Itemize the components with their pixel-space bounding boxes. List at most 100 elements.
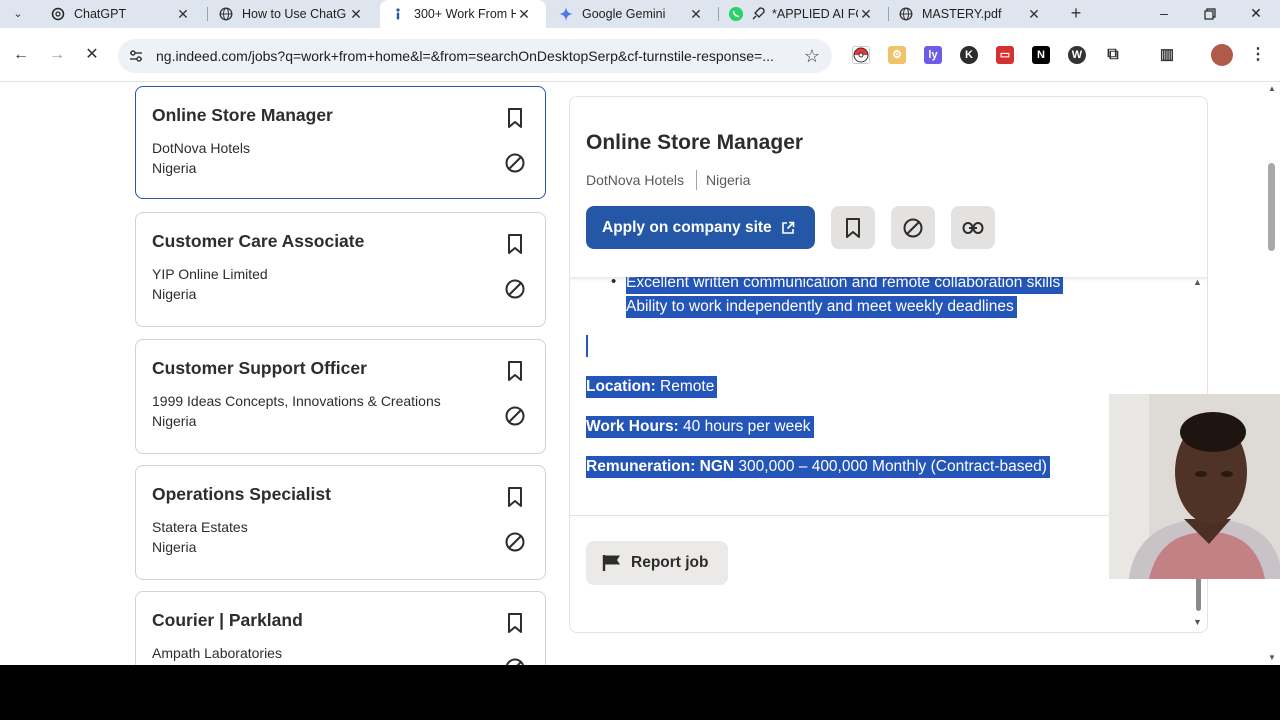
scroll-up-arrow-icon[interactable]: ▲ [1268, 84, 1276, 93]
globe-icon [898, 6, 914, 22]
tab-title: How to Use ChatG [242, 7, 347, 21]
not-interested-icon[interactable] [504, 152, 526, 174]
divider [696, 170, 697, 190]
link-icon [962, 221, 984, 234]
close-tab-icon[interactable]: ✕ [688, 6, 704, 23]
extension-red-icon[interactable]: ▭ [996, 46, 1014, 64]
close-tab-icon[interactable]: ✕ [175, 6, 191, 23]
job-card-company: DotNova Hotels [152, 140, 251, 156]
job-card[interactable]: Operations Specialist Statera Estates Ni… [135, 465, 546, 580]
new-tab-icon[interactable]: + [1066, 2, 1086, 24]
tab-title: *APPLIED AI FO [772, 7, 858, 21]
job-card-title[interactable]: Customer Support Officer [152, 358, 367, 379]
more-menu-icon[interactable]: ⋮ [1249, 46, 1267, 64]
scroll-down-arrow-icon[interactable]: ▼ [1268, 653, 1276, 662]
close-tab-icon[interactable]: ✕ [348, 6, 364, 23]
job-card[interactable]: Customer Support Officer 1999 Ideas Conc… [135, 339, 546, 454]
job-card-title[interactable]: Courier | Parkland [152, 610, 303, 631]
report-job-button[interactable]: Report job [586, 541, 728, 585]
bookmark-icon[interactable] [505, 360, 525, 382]
job-card-company: Ampath Laboratories [152, 645, 282, 661]
bookmark-icon[interactable] [505, 486, 525, 508]
flag-icon [602, 555, 620, 571]
bookmark-icon[interactable] [505, 233, 525, 255]
job-card-location: Nigeria [152, 286, 197, 302]
tab-title: Google Gemini [582, 7, 666, 21]
restore-icon[interactable] [1188, 0, 1232, 28]
tab-applied-ai[interactable]: *APPLIED AI FO ✕ [718, 0, 888, 28]
bookmark-icon[interactable] [505, 612, 525, 634]
not-interested-icon[interactable] [504, 531, 526, 553]
not-interested-icon[interactable] [504, 278, 526, 300]
extension-cookie-icon[interactable]: ⚙ [888, 46, 906, 64]
job-card-company: YIP Online Limited [152, 266, 268, 282]
location-label: Location: [586, 378, 656, 395]
scroll-down-arrow-icon[interactable]: ▼ [1193, 617, 1202, 627]
back-icon[interactable]: ← [10, 44, 32, 66]
apply-on-company-site-button[interactable]: Apply on company site [586, 206, 815, 249]
job-card-title[interactable]: Online Store Manager [152, 105, 333, 126]
bookmark-icon[interactable] [505, 107, 525, 129]
close-tab-icon[interactable]: ✕ [1026, 6, 1042, 23]
job-detail-title: Online Store Manager [586, 131, 804, 154]
job-card-title[interactable]: Customer Care Associate [152, 231, 364, 252]
location-value: Remote [655, 378, 715, 395]
globe-icon [218, 6, 234, 22]
close-tab-icon[interactable]: ✕ [858, 6, 874, 23]
job-card[interactable]: Online Store Manager DotNova Hotels Nige… [135, 86, 546, 199]
gemini-icon [558, 6, 574, 22]
forward-icon[interactable]: → [46, 44, 68, 66]
extension-w-icon[interactable]: W [1068, 46, 1086, 64]
tab-chatgpt[interactable]: ChatGPT ✕ [40, 0, 205, 28]
page-scrollbar-thumb[interactable] [1268, 163, 1275, 251]
copy-link-button[interactable] [951, 206, 995, 249]
tab-strip: ⌄ ChatGPT ✕ How to Use ChatG ✕ 300+ Work… [0, 0, 1280, 28]
browser-toolbar: ← → ✕ ng.indeed.com/jobs?q=work+from+hom… [0, 28, 1280, 82]
close-tab-icon[interactable]: ✕ [516, 6, 532, 23]
job-card-company: 1999 Ideas Concepts, Innovations & Creat… [152, 393, 441, 409]
job-card[interactable]: Customer Care Associate YIP Online Limit… [135, 212, 546, 327]
scroll-up-arrow-icon[interactable]: ▲ [1193, 277, 1202, 287]
tab-mastery-pdf[interactable]: MASTERY.pdf ✕ [888, 0, 1056, 28]
bookmark-icon [846, 217, 860, 238]
minimize-icon[interactable]: – [1142, 0, 1186, 28]
description-scrollbar-thumb[interactable] [1196, 575, 1201, 611]
address-bar[interactable]: ng.indeed.com/jobs?q=work+from+home&l=&f… [118, 39, 832, 73]
rocket-icon [750, 6, 766, 22]
not-interested-icon[interactable] [504, 405, 526, 427]
not-interested-button[interactable] [891, 206, 935, 249]
extensions-puzzle-icon[interactable]: ⧉ [1104, 46, 1122, 64]
tab-indeed-work-from-home[interactable]: 300+ Work From H ✕ [380, 0, 546, 28]
presenter-video-image [1109, 394, 1280, 579]
remuneration-value: 300,000 – 400,000 Monthly (Contract-base… [734, 458, 1047, 475]
extension-pokeball-icon[interactable] [852, 46, 870, 64]
tab-search-chevron-icon[interactable]: ⌄ [8, 4, 28, 24]
work-hours-line: Work Hours: 40 hours per week [586, 416, 814, 438]
job-detail-company[interactable]: DotNova Hotels [586, 172, 684, 188]
extension-ly-icon[interactable]: ly [924, 46, 942, 64]
location-line: Location: Remote [586, 376, 718, 398]
job-card-title[interactable]: Operations Specialist [152, 484, 331, 505]
site-info-icon[interactable] [128, 48, 144, 64]
extension-notion-icon[interactable]: N [1032, 46, 1050, 64]
external-link-icon [781, 221, 794, 234]
not-interested-icon[interactable] [504, 657, 526, 665]
save-job-button[interactable] [831, 206, 875, 249]
close-window-icon[interactable]: ✕ [1234, 0, 1278, 28]
tab-how-to-use-chatgpt[interactable]: How to Use ChatG ✕ [208, 0, 378, 28]
tab-title: 300+ Work From H [414, 7, 516, 21]
indeed-icon [390, 6, 406, 22]
bookmark-star-icon[interactable]: ☆ [804, 46, 820, 67]
tab-title: ChatGPT [74, 7, 127, 21]
chatgpt-icon [50, 6, 66, 22]
job-card-company: Statera Estates [152, 519, 248, 535]
remuneration-line: Remuneration: NGN 300,000 – 400,000 Mont… [586, 456, 1050, 478]
job-card[interactable]: Courier | Parkland Ampath Laboratories [135, 591, 546, 665]
stop-loading-icon[interactable]: ✕ [81, 44, 103, 66]
extension-k-icon[interactable]: K [960, 46, 978, 64]
description-bullet: Ability to work independently and meet w… [626, 296, 1017, 318]
job-detail-location: Nigeria [706, 172, 751, 188]
reading-list-icon[interactable]: ▥ [1156, 46, 1178, 64]
tab-google-gemini[interactable]: Google Gemini ✕ [548, 0, 718, 28]
profile-avatar[interactable] [1211, 44, 1233, 66]
